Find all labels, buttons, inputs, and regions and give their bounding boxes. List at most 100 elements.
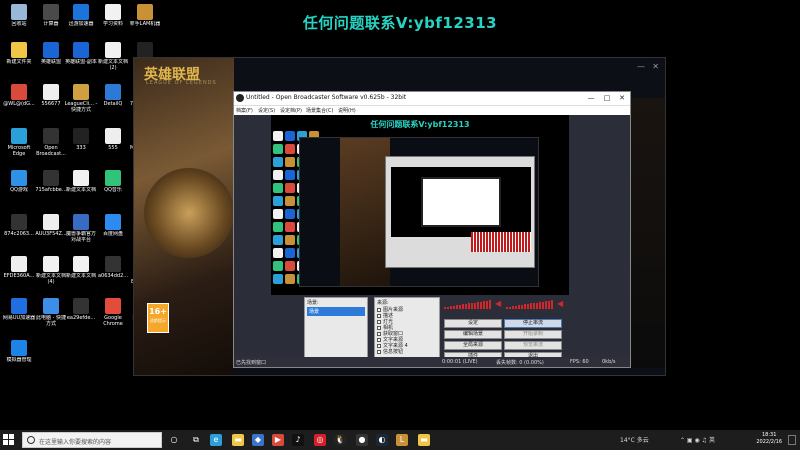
meter-bar <box>480 301 482 309</box>
desktop-icon[interactable]: 模拟器管理 <box>2 338 36 378</box>
netease-icon[interactable]: ◎ <box>314 434 326 446</box>
desktop-icon[interactable]: a0634dd2... <box>96 254 130 294</box>
start-recording-button[interactable]: 开始录制 <box>504 330 562 339</box>
desktop-icon[interactable]: 拿手LAM机器 <box>128 2 162 42</box>
desktop-icon[interactable]: QQ音乐 <box>96 168 130 208</box>
weather-widget[interactable]: 14°C 多云 <box>620 435 649 444</box>
desktop-icon[interactable]: AUU3F54Z... <box>34 212 68 252</box>
desktop-icon[interactable]: @WL@(dG... <box>2 82 36 122</box>
app-icon <box>43 170 59 186</box>
preview-mini-icon <box>273 170 283 180</box>
desktop-icon-label: QQ游戏 <box>10 187 28 193</box>
menu-help[interactable]: 说明(H) <box>338 107 356 114</box>
menu-settings[interactable]: 设定(S) <box>258 107 275 114</box>
obs-titlebar[interactable]: Untitled - Open Broadcaster Software v0.… <box>234 92 630 105</box>
app-icon <box>43 298 59 314</box>
scenes-panel[interactable]: 场景: 场景 <box>304 297 368 361</box>
file-explorer-icon[interactable]: ▬ <box>232 434 244 446</box>
store-icon[interactable]: ◆ <box>252 434 264 446</box>
tiktok-icon[interactable]: ♪ <box>292 434 304 446</box>
system-clock[interactable]: 18:31 2022/2/16 <box>756 432 782 446</box>
tray-icons[interactable]: ⌃ ▣ ◉ ♫ 英 <box>680 435 715 444</box>
desktop-icon[interactable]: 556677 <box>34 82 68 122</box>
taskbar-search[interactable]: 在这里输入你要搜索的内容 <box>22 432 162 448</box>
desktop-icon[interactable]: 此电脑 - 快捷方式 <box>34 296 68 336</box>
desktop-icon[interactable]: Open Broadcast... <box>34 126 68 166</box>
desktop-icon[interactable]: Microsoft Edge <box>2 126 36 166</box>
desktop-icon[interactable]: ea29efde... <box>64 296 98 336</box>
desktop-icon-label: 此电脑 - 快捷方式 <box>36 315 66 327</box>
obs-close-button[interactable]: ✕ <box>615 93 629 104</box>
scene-item-selected[interactable]: 场景 <box>307 307 365 316</box>
menu-file[interactable]: 档案(F) <box>236 107 253 114</box>
desktop-icon[interactable]: QQ游戏 <box>2 168 36 208</box>
desktop-icon[interactable]: 新建文本文档 <box>64 254 98 294</box>
menu-profile[interactable]: 设定档(P) <box>280 107 302 114</box>
desktop-icon[interactable]: 874c2063... <box>2 212 36 252</box>
desktop-icon-label: ea29efde... <box>66 315 96 321</box>
stop-stream-button[interactable]: 停止串流 <box>504 319 562 328</box>
menu-scene-collection[interactable]: 场景集合(C) <box>306 107 333 114</box>
sources-panel[interactable]: 来源: 图片来源 描述 灯光 相机 获取窗口 文字来源 文字来源 4 信息按钮 <box>374 297 440 361</box>
meter-bar <box>506 307 508 309</box>
desktop-icon-label: 模拟器管理 <box>6 357 32 363</box>
desktop-icon[interactable]: 新建文本文档(2) <box>96 40 130 80</box>
desktop-icon[interactable]: 新建文本文档 <box>64 168 98 208</box>
desktop-icon[interactable]: 555 <box>96 126 130 166</box>
edit-scene-button[interactable]: 编辑场景 <box>444 330 502 339</box>
source-visibility-checkbox[interactable] <box>377 337 381 342</box>
desktop-icon[interactable]: 英雄联盟 <box>34 40 68 80</box>
source-visibility-checkbox[interactable] <box>377 331 381 336</box>
speaker-icon[interactable]: ◀ <box>495 300 502 308</box>
mic-speaker-icon[interactable]: ◀ <box>557 300 564 308</box>
desktop-icon[interactable]: DetailQ <box>96 82 130 122</box>
minimize-button[interactable]: — <box>637 62 645 71</box>
desktop-icon[interactable]: 迅游加速器 <box>64 2 98 42</box>
desktop-icon[interactable]: 计算器 <box>34 2 68 42</box>
desktop-icon[interactable]: 回收站 <box>2 2 36 42</box>
source-visibility-checkbox[interactable] <box>377 325 381 330</box>
notification-icon[interactable] <box>788 435 796 445</box>
edge-icon[interactable]: e <box>210 434 222 446</box>
obs-minimize-button[interactable]: — <box>584 93 598 104</box>
source-visibility-checkbox[interactable] <box>377 319 381 324</box>
desktop-icon[interactable]: 新建文本文档(4) <box>34 254 68 294</box>
qq-icon[interactable]: 🐧 <box>334 434 346 446</box>
desktop-icon-label: @WL@(dG... <box>3 101 35 107</box>
desktop-icon[interactable]: 百度网盘 <box>96 212 130 252</box>
global-sources-button[interactable]: 全局来源 <box>444 341 502 350</box>
media-icon[interactable]: ▶ <box>272 434 284 446</box>
source-visibility-checkbox[interactable] <box>377 349 381 354</box>
desktop-icon-label: 333 <box>76 145 86 151</box>
desktop-icon[interactable]: 网易UU加速器 <box>2 296 36 336</box>
source-visibility-checkbox[interactable] <box>377 343 381 348</box>
obs-preview[interactable]: 任何问题联系V:ybf12313 <box>271 115 569 295</box>
cortana-icon[interactable]: ○ <box>168 434 180 446</box>
close-button[interactable]: ✕ <box>652 62 659 71</box>
source-item[interactable]: 信息按钮 <box>375 349 439 355</box>
desktop-icon[interactable]: 333 <box>64 126 98 166</box>
desktop-icon[interactable]: LeagueCli... - 快捷方式 <box>64 82 98 122</box>
desktop-icon[interactable]: 新建文件夹 <box>2 40 36 80</box>
desktop-icon[interactable]: 英雄联盟-副本 <box>64 40 98 80</box>
preview-stream-button[interactable]: 预览串流 <box>504 341 562 350</box>
desktop-icon[interactable]: 魔兽争霸官方对战平台 <box>64 212 98 252</box>
start-button[interactable] <box>3 434 15 446</box>
source-visibility-checkbox[interactable] <box>377 307 381 312</box>
source-visibility-checkbox[interactable] <box>377 313 381 318</box>
task-view-icon[interactable]: ⧉ <box>190 434 202 446</box>
settings-button[interactable]: 设定 <box>444 319 502 328</box>
steam-icon[interactable]: ◐ <box>376 434 388 446</box>
obs-maximize-button[interactable]: □ <box>600 93 614 104</box>
desktop-icon-label: AUU3F54Z... <box>35 231 67 237</box>
obs-icon[interactable]: ● <box>356 434 368 446</box>
find-window-checkbox-label[interactable]: 已先找到窗口 <box>236 359 266 366</box>
desktop-icon[interactable]: EFDE360A... <box>2 254 36 294</box>
desktop-icon[interactable]: Google Chrome <box>96 296 130 336</box>
desktop-icon[interactable]: 715afcbbe... <box>34 168 68 208</box>
obs-window[interactable]: Untitled - Open Broadcaster Software v0.… <box>233 91 631 368</box>
lol-icon[interactable]: L <box>396 434 408 446</box>
app-icon <box>43 256 59 272</box>
folder-icon[interactable]: ▬ <box>418 434 430 446</box>
desktop-icon[interactable]: 学习资料 <box>96 2 130 42</box>
